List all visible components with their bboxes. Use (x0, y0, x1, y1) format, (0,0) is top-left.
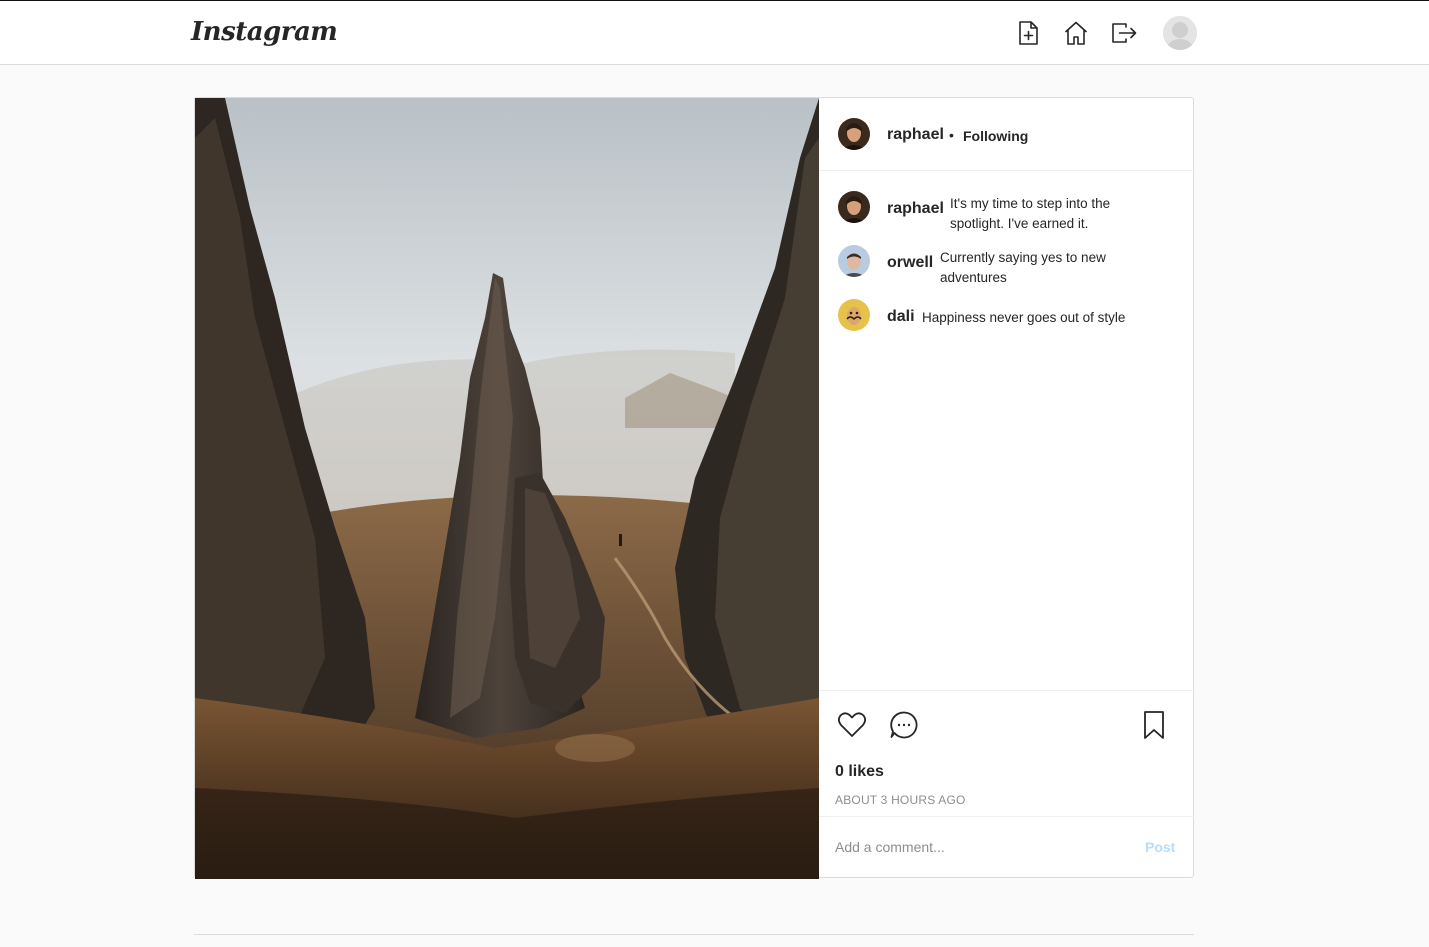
likes-count: 0 likes (835, 763, 884, 780)
like-heart-icon[interactable] (836, 709, 868, 741)
author-username[interactable]: raphael (887, 126, 944, 144)
comment-bubble-icon[interactable] (888, 709, 920, 741)
comment-text-line: Currently saying yes to new (940, 250, 1106, 265)
comment-text: It's my time to step into the spotlight.… (950, 194, 1110, 234)
profile-avatar[interactable] (1163, 16, 1197, 50)
comment-text-line: Happiness never goes out of style (922, 310, 1126, 325)
comment-avatar[interactable] (838, 299, 870, 331)
instagram-logo[interactable]: Instagram (191, 17, 338, 47)
comment-text-line: It's my time to step into the (950, 196, 1111, 211)
post-side-panel: raphael • Following raphael It's my time… (819, 98, 1194, 877)
home-icon[interactable] (1062, 19, 1090, 47)
comment-text: Currently saying yes to new adventures (940, 248, 1106, 288)
author-avatar[interactable] (838, 118, 870, 150)
comment-username[interactable]: raphael (887, 200, 944, 218)
comment-avatar[interactable] (838, 191, 870, 223)
post-actions: 0 likes ABOUT 3 HOURS AGO (819, 690, 1194, 816)
comment-avatar[interactable] (838, 245, 870, 277)
comment-text-line: adventures (940, 270, 1007, 285)
post-comment-button[interactable]: Post (1145, 839, 1175, 855)
comment-input[interactable] (835, 835, 1125, 859)
feed-divider (194, 934, 1194, 935)
add-comment-bar: Post (819, 816, 1194, 878)
logout-icon[interactable] (1110, 19, 1138, 47)
new-post-icon[interactable] (1014, 19, 1042, 47)
header-separator: • (949, 127, 954, 143)
comment-username[interactable]: dali (887, 308, 915, 326)
bookmark-icon[interactable] (1138, 709, 1170, 741)
post-card: raphael • Following raphael It's my time… (194, 97, 1194, 879)
comment-text-line: spotlight. I've earned it. (950, 216, 1089, 231)
top-navbar: Instagram (0, 1, 1429, 65)
following-button[interactable]: Following (963, 128, 1028, 144)
post-photo[interactable] (195, 98, 819, 879)
post-header: raphael • Following (819, 98, 1194, 171)
post-timestamp: ABOUT 3 HOURS AGO (835, 793, 966, 807)
comment-username[interactable]: orwell (887, 254, 933, 272)
comment-text: Happiness never goes out of style (922, 308, 1125, 328)
